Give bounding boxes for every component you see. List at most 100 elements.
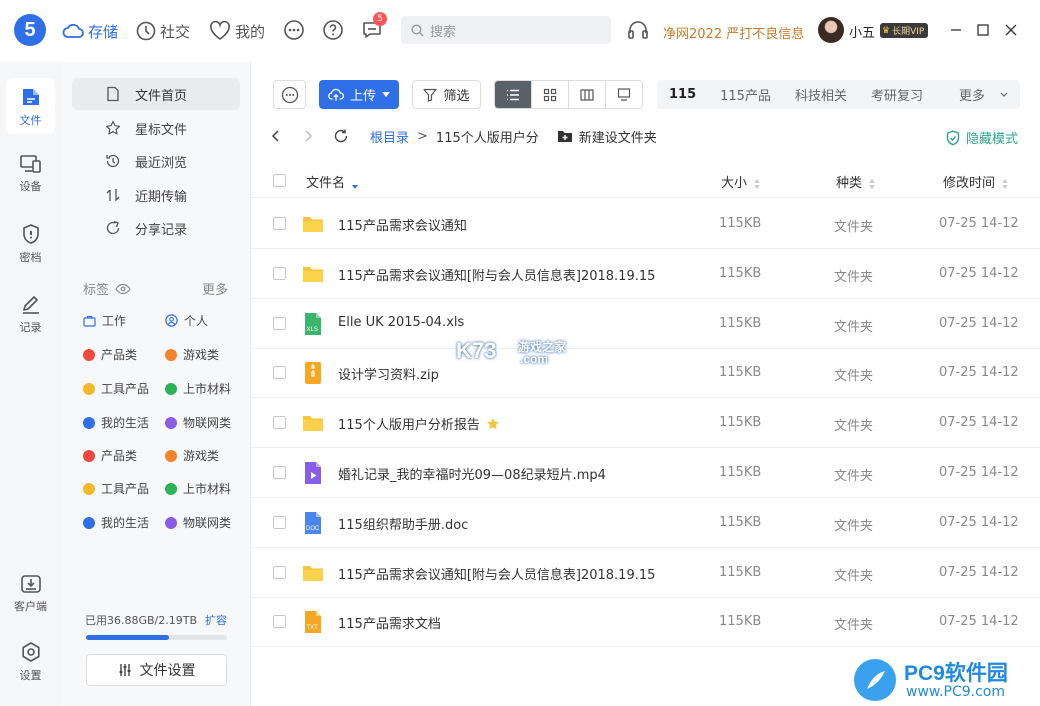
tag-item[interactable]: 我的生活: [83, 514, 149, 531]
table-row[interactable]: 婚礼记录_我的幸福时光09—08纪录短片.mp4 115KB 文件夹 07-25 14…: [251, 448, 1040, 498]
table-row[interactable]: 115产品需求会议通知[附与会人员信息表]2018.19.15 115KB 文件夹 0…: [251, 249, 1040, 299]
file-name[interactable]: Elle UK 2015-04.xls: [338, 315, 464, 330]
avatar[interactable]: [818, 17, 844, 43]
nav-storage[interactable]: 存储: [62, 19, 118, 43]
file-type: 文件夹: [834, 269, 874, 285]
tag-item[interactable]: 我的生活: [83, 414, 149, 431]
tag-label: 我的生活: [101, 416, 150, 430]
user-name[interactable]: 小五: [849, 22, 875, 41]
row-checkbox[interactable]: [273, 515, 286, 529]
nav-social[interactable]: 社交: [136, 19, 190, 43]
expand-link[interactable]: 扩容: [205, 612, 227, 628]
tag-item[interactable]: 产品类: [83, 447, 137, 464]
category-tab[interactable]: 科技相关: [783, 85, 859, 104]
grid-view-button[interactable]: [532, 81, 569, 108]
tag-item[interactable]: 游戏类: [165, 346, 219, 363]
sidebar-item-starred[interactable]: 星标文件: [72, 112, 240, 144]
tag-item[interactable]: 物联网类: [165, 414, 231, 431]
file-name[interactable]: 115组织帮助手册.doc: [338, 514, 468, 533]
row-checkbox[interactable]: [273, 316, 286, 330]
row-checkbox[interactable]: [273, 266, 286, 280]
file-name[interactable]: 115产品需求会议通知: [338, 215, 467, 234]
help-icon[interactable]: [322, 19, 344, 41]
rail-item-settings[interactable]: 设置: [0, 641, 61, 683]
row-checkbox[interactable]: [273, 466, 286, 479]
nav-mine[interactable]: 我的: [209, 19, 265, 43]
column-size-header[interactable]: 大小: [721, 172, 761, 191]
tags-more-link[interactable]: 更多: [202, 279, 228, 298]
table-row[interactable]: DOC 115组织帮助手册.doc 115KB 文件夹 07-25 14-12: [251, 498, 1040, 548]
tag-item[interactable]: 工具产品: [83, 480, 149, 497]
sidebar-item-share[interactable]: 分享记录: [72, 212, 240, 244]
forward-icon[interactable]: [301, 129, 315, 143]
file-name[interactable]: 115产品需求会议通知[附与会人员信息表]2018.19.15: [338, 265, 655, 284]
tag-item[interactable]: 产品类: [83, 346, 137, 363]
sidebar-item-transfer[interactable]: 近期传输: [72, 179, 240, 211]
category-more[interactable]: 更多: [935, 85, 1020, 104]
row-checkbox[interactable]: [273, 366, 286, 380]
close-button[interactable]: [1001, 20, 1021, 40]
rail-item-records[interactable]: 记录: [0, 293, 61, 335]
tag-item[interactable]: 工具产品: [83, 380, 149, 397]
back-icon[interactable]: [269, 129, 283, 143]
file-name[interactable]: 115产品需求会议通知[附与会人员信息表]2018.19.15: [338, 564, 655, 583]
column-time-header[interactable]: 修改时间: [943, 172, 1009, 191]
select-all-checkbox[interactable]: [273, 174, 286, 187]
upload-button[interactable]: 上传: [319, 80, 399, 109]
table-row[interactable]: XLS Elle UK 2015-04.xls 115KB 文件夹 07-25 14-1…: [251, 299, 1040, 349]
app-logo[interactable]: 5: [14, 14, 46, 46]
refresh-icon[interactable]: [333, 128, 349, 144]
table-row[interactable]: TXT 115产品需求文档 115KB 文件夹 07-25 14-12: [251, 597, 1040, 648]
tag-item[interactable]: 工作: [83, 312, 126, 329]
rail-item-devices[interactable]: 设备: [0, 154, 61, 194]
tag-item[interactable]: 上市材料: [165, 380, 231, 397]
new-folder-label: 新建设文件夹: [578, 130, 657, 146]
search-input[interactable]: 搜索: [401, 16, 611, 44]
storage-bar: [86, 635, 227, 640]
row-checkbox[interactable]: [273, 217, 286, 230]
more-icon[interactable]: [283, 19, 305, 41]
headset-icon[interactable]: [627, 20, 649, 40]
table-row[interactable]: 115产品需求会议通知[附与会人员信息表]2018.19.15 115KB 文件夹 0…: [251, 548, 1040, 598]
rail-item-files[interactable]: 文件: [6, 78, 55, 134]
tag-item[interactable]: 游戏类: [165, 447, 219, 464]
file-name[interactable]: 115产品需求文档: [338, 613, 441, 632]
preview-view-button[interactable]: [606, 81, 642, 108]
table-row[interactable]: 115个人版用户分析报告 115KB 文件夹 07-25 14-12: [251, 398, 1040, 449]
breadcrumb-root[interactable]: 根目录: [370, 127, 409, 146]
new-folder-button[interactable]: 新建设文件夹: [557, 127, 657, 146]
eye-icon[interactable]: [115, 283, 131, 295]
category-tab[interactable]: 115产品: [708, 85, 783, 104]
category-tab[interactable]: 115: [657, 87, 708, 102]
hide-mode-toggle[interactable]: 隐藏模式: [946, 128, 1018, 147]
file-name[interactable]: 115个人版用户分析报告: [338, 414, 500, 433]
nav-storage-label: 存储: [88, 22, 119, 41]
tag-item[interactable]: 上市材料: [165, 480, 231, 497]
view-switcher: [494, 80, 643, 109]
row-checkbox[interactable]: [273, 565, 286, 579]
tag-item[interactable]: 物联网类: [165, 514, 231, 531]
notice-text[interactable]: 净网2022 严打不良信息: [663, 23, 804, 42]
row-checkbox[interactable]: [273, 416, 286, 430]
file-settings-button[interactable]: 文件设置: [86, 654, 227, 686]
folder-icon: [302, 212, 324, 236]
sidebar-item-home[interactable]: 文件首页: [72, 78, 240, 110]
maximize-button[interactable]: [973, 20, 993, 40]
row-checkbox[interactable]: [273, 615, 286, 629]
column-type-header[interactable]: 种类: [836, 172, 876, 191]
table-row[interactable]: 115产品需求会议通知 115KB 文件夹 07-25 14-12: [251, 199, 1040, 249]
more-options-button[interactable]: [273, 80, 306, 109]
list-view-button[interactable]: [495, 81, 532, 108]
file-name[interactable]: 婚礼记录_我的幸福时光09—08纪录短片.mp4: [338, 464, 606, 483]
category-tab[interactable]: 考研复习: [859, 85, 935, 104]
file-name[interactable]: 设计学习资料.zip: [338, 364, 439, 383]
minimize-button[interactable]: [946, 20, 966, 40]
filter-button[interactable]: 筛选: [412, 80, 481, 109]
column-name-header[interactable]: 文件名: [306, 172, 359, 191]
rail-item-client[interactable]: 客户端: [0, 572, 61, 614]
rail-item-vault[interactable]: 密档: [0, 223, 61, 265]
sidebar-item-recent[interactable]: 最近浏览: [72, 145, 240, 177]
column-view-button[interactable]: [569, 81, 606, 108]
table-row[interactable]: 设计学习资料.zip 115KB 文件夹 07-25 14-12: [251, 348, 1040, 399]
tag-item[interactable]: 个人: [165, 312, 208, 329]
